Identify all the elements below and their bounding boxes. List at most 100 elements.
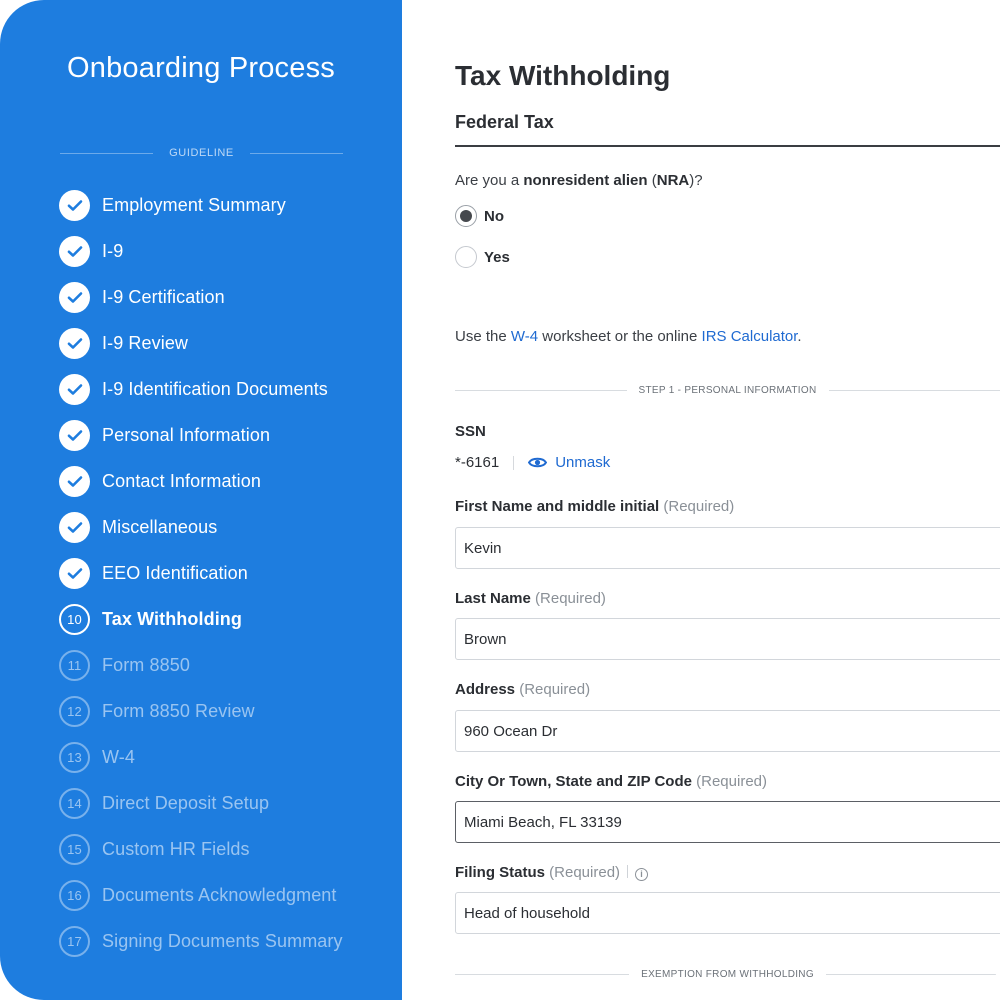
radio-label-no: No bbox=[484, 207, 504, 225]
check-icon bbox=[59, 189, 90, 221]
divider-line bbox=[828, 390, 1000, 391]
exemption-divider-label: EXEMPTION FROM WITHHOLDING bbox=[641, 969, 814, 980]
nra-question-mid: ( bbox=[647, 172, 657, 189]
help-suffix: . bbox=[797, 328, 802, 345]
sidebar-step[interactable]: 10 Tax Withholding bbox=[59, 596, 389, 642]
city-state-zip-input[interactable]: Miami Beach, FL 33139 bbox=[455, 801, 1000, 843]
sidebar-step[interactable]: 17 Signing Documents Summary bbox=[59, 918, 389, 964]
last-name-label-text: Last Name bbox=[455, 590, 531, 607]
sidebar-step-label: Employment Summary bbox=[102, 194, 286, 215]
sidebar-step[interactable]: 15 Custom HR Fields bbox=[59, 826, 389, 872]
sidebar-step[interactable]: Contact Information bbox=[59, 458, 389, 504]
nra-question: Are you a nonresident alien (NRA)? bbox=[455, 172, 703, 189]
step1-divider: STEP 1 - PERSONAL INFORMATION bbox=[455, 385, 1000, 396]
app-frame: Onboarding Process GUIDELINE Employment … bbox=[0, 0, 1000, 1000]
sidebar-step[interactable]: Employment Summary bbox=[59, 182, 389, 228]
divider-line bbox=[455, 390, 627, 391]
sidebar-title: Onboarding Process bbox=[67, 52, 335, 84]
nra-question-abbr: NRA bbox=[656, 172, 690, 189]
sidebar-step-label: Signing Documents Summary bbox=[102, 930, 343, 951]
step-number-badge: 12 bbox=[59, 695, 90, 727]
nra-radio-yes[interactable]: Yes bbox=[455, 246, 510, 268]
required-hint: (Required) bbox=[535, 590, 606, 607]
sidebar-step[interactable]: 11 Form 8850 bbox=[59, 642, 389, 688]
nra-radio-no[interactable]: No bbox=[455, 205, 504, 227]
step-number-badge: 11 bbox=[59, 649, 90, 681]
nra-question-prefix: Are you a bbox=[455, 172, 524, 189]
sidebar-step[interactable]: EEO Identification bbox=[59, 550, 389, 596]
sidebar-step[interactable]: I-9 Review bbox=[59, 320, 389, 366]
ssn-row: *-6161 Unmask bbox=[455, 454, 610, 471]
ssn-label: SSN bbox=[455, 423, 486, 440]
sidebar-step-label: EEO Identification bbox=[102, 562, 248, 583]
label-separator bbox=[627, 865, 629, 878]
step-number-badge: 14 bbox=[59, 787, 90, 819]
step-number-badge: 17 bbox=[59, 925, 90, 957]
nra-question-suffix: )? bbox=[689, 172, 703, 189]
ssn-separator bbox=[513, 455, 515, 470]
check-icon bbox=[59, 511, 90, 543]
sidebar-step[interactable]: Miscellaneous bbox=[59, 504, 389, 550]
sidebar: Onboarding Process GUIDELINE Employment … bbox=[0, 0, 402, 1000]
sidebar-step[interactable]: 16 Documents Acknowledgment bbox=[59, 872, 389, 918]
sidebar-step[interactable]: I-9 bbox=[59, 228, 389, 274]
sidebar-step-label: Miscellaneous bbox=[102, 516, 218, 537]
sidebar-step-label: Contact Information bbox=[102, 470, 261, 491]
help-prefix: Use the bbox=[455, 328, 511, 345]
divider-line bbox=[825, 974, 1000, 975]
ssn-value: *-6161 bbox=[455, 454, 500, 471]
sidebar-step-label: I-9 bbox=[102, 240, 124, 261]
step-number-badge: 13 bbox=[59, 741, 90, 773]
main-content: Tax Withholding Federal Tax Are you a no… bbox=[402, 0, 1000, 1000]
filing-status-select[interactable]: Head of household bbox=[455, 892, 1000, 934]
city-label-text: City Or Town, State and ZIP Code bbox=[455, 773, 692, 790]
first-name-input[interactable]: Kevin bbox=[455, 527, 1000, 569]
sidebar-step-label: Direct Deposit Setup bbox=[102, 792, 270, 813]
check-icon bbox=[59, 557, 90, 589]
check-icon bbox=[59, 327, 90, 359]
radio-label-yes: Yes bbox=[484, 248, 510, 266]
sidebar-step-label: W-4 bbox=[102, 746, 135, 767]
sidebar-step-label: Form 8850 Review bbox=[102, 700, 255, 721]
info-icon[interactable]: i bbox=[635, 867, 649, 881]
address-input[interactable]: 960 Ocean Dr bbox=[455, 710, 1000, 752]
check-icon bbox=[59, 235, 90, 267]
irs-calculator-link[interactable]: IRS Calculator bbox=[702, 328, 798, 345]
last-name-input[interactable]: Brown bbox=[455, 618, 1000, 660]
sidebar-step-label: Personal Information bbox=[102, 424, 271, 445]
help-text: Use the W-4 worksheet or the online IRS … bbox=[455, 328, 802, 345]
required-hint: (Required) bbox=[663, 498, 735, 515]
radio-button[interactable] bbox=[455, 246, 477, 268]
page-title: Tax Withholding bbox=[455, 60, 671, 91]
required-hint: (Required) bbox=[519, 681, 591, 698]
last-name-label: Last Name (Required) bbox=[455, 590, 606, 607]
divider-line bbox=[249, 152, 344, 154]
unmask-button[interactable]: Unmask bbox=[528, 454, 610, 471]
check-icon bbox=[59, 419, 90, 451]
sidebar-step[interactable]: 12 Form 8850 Review bbox=[59, 688, 389, 734]
divider-line bbox=[455, 974, 630, 975]
sidebar-step-label: Documents Acknowledgment bbox=[102, 884, 337, 905]
city-label: City Or Town, State and ZIP Code (Requir… bbox=[455, 773, 767, 790]
sidebar-step[interactable]: 13 W-4 bbox=[59, 734, 389, 780]
guideline-label: GUIDELINE bbox=[169, 147, 234, 159]
sidebar-step[interactable]: 14 Direct Deposit Setup bbox=[59, 780, 389, 826]
first-name-label-text: First Name and middle initial bbox=[455, 498, 660, 515]
section-title: Federal Tax bbox=[455, 112, 554, 132]
required-hint: (Required) bbox=[696, 773, 768, 790]
w4-link[interactable]: W-4 bbox=[511, 328, 538, 345]
exemption-divider: EXEMPTION FROM WITHHOLDING bbox=[455, 969, 1000, 980]
section-rule bbox=[455, 145, 1000, 147]
sidebar-step[interactable]: Personal Information bbox=[59, 412, 389, 458]
sidebar-step-label: Custom HR Fields bbox=[102, 838, 250, 859]
required-hint: (Required) bbox=[549, 864, 621, 881]
unmask-label: Unmask bbox=[555, 454, 611, 471]
step1-divider-label: STEP 1 - PERSONAL INFORMATION bbox=[638, 385, 817, 396]
sidebar-step[interactable]: I-9 Certification bbox=[59, 274, 389, 320]
step-list: Employment Summary I-9 I-9 Certification I-… bbox=[59, 182, 389, 964]
sidebar-step-label: Form 8850 bbox=[102, 654, 190, 675]
step-number-badge: 10 bbox=[59, 603, 90, 635]
sidebar-step[interactable]: I-9 Identification Documents bbox=[59, 366, 389, 412]
radio-button[interactable] bbox=[455, 205, 477, 227]
check-icon bbox=[59, 465, 90, 497]
